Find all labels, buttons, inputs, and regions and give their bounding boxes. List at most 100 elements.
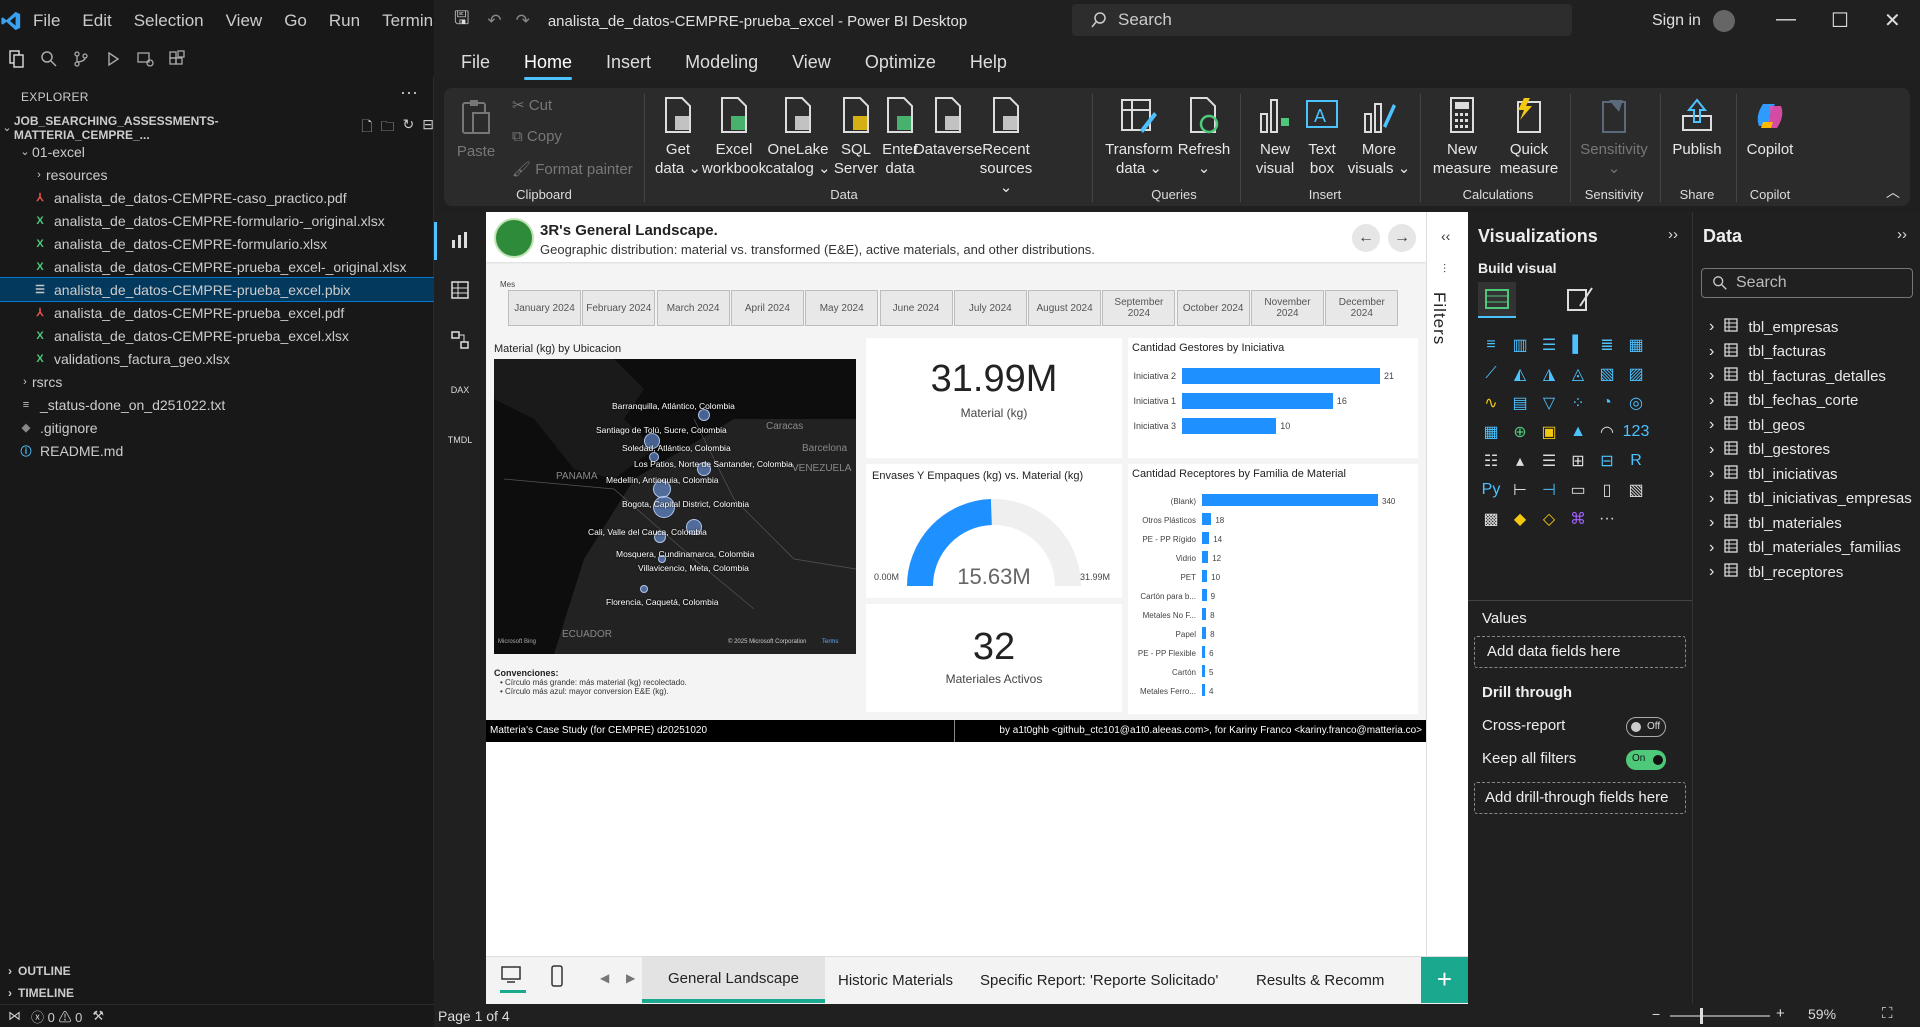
paginated-icon[interactable]: ▧ <box>1623 477 1649 503</box>
power-automate-icon[interactable]: ◇ <box>1536 506 1562 532</box>
menu-edit[interactable]: Edit <box>71 11 122 31</box>
quick-measure-button[interactable]: Quick measure <box>1496 94 1562 178</box>
menu-go[interactable]: Go <box>273 11 318 31</box>
qa-icon[interactable]: ▭ <box>1565 477 1591 503</box>
bar[interactable] <box>1202 608 1207 620</box>
add-page-button[interactable]: + <box>1421 957 1468 1003</box>
multi-row-card-icon[interactable]: ☷ <box>1478 448 1504 474</box>
data-table-item[interactable]: › tbl_fechas_corte <box>1709 390 1858 412</box>
tab-optimize[interactable]: Optimize <box>848 42 953 82</box>
python-icon[interactable]: Py <box>1478 477 1504 503</box>
collapse-viz-icon[interactable]: ›› <box>1668 226 1678 243</box>
collapse-data-icon[interactable]: ›› <box>1897 226 1907 243</box>
menu-selection[interactable]: Selection <box>123 11 215 31</box>
funnel-icon[interactable]: ▽ <box>1536 390 1562 416</box>
data-table-item[interactable]: › tbl_materiales_familias <box>1709 537 1901 559</box>
material-card[interactable]: 31.99M Material (kg) <box>866 338 1122 458</box>
maximize-icon[interactable]: ☐ <box>1831 8 1849 33</box>
tab-view[interactable]: View <box>775 42 848 82</box>
mobile-layout-icon[interactable] <box>550 965 564 992</box>
bar[interactable] <box>1202 494 1378 506</box>
search-box[interactable]: Search <box>1072 4 1572 36</box>
menu-run[interactable]: Run <box>318 11 371 31</box>
clustered-bar-icon[interactable]: ☰ <box>1536 332 1562 358</box>
problems-status[interactable]: ⓧ 0 ⚠ 0 <box>31 1007 82 1026</box>
line-icon[interactable]: ⟋ <box>1478 361 1504 387</box>
prev-tab-icon[interactable]: ◀ <box>600 971 609 985</box>
page-tab[interactable]: General Landscape <box>642 957 825 1003</box>
map-bubble[interactable] <box>640 585 648 593</box>
data-table-item[interactable]: › tbl_receptores <box>1709 561 1843 583</box>
donut-icon[interactable]: ◎ <box>1623 390 1649 416</box>
onelake-catalog-button[interactable]: OneLake catalog ⌄ <box>764 94 832 178</box>
more-actions-icon[interactable]: ··· <box>400 82 418 103</box>
remote-status-icon[interactable]: ⋈ <box>8 1008 21 1024</box>
line-column-icon[interactable]: ▧ <box>1594 361 1620 387</box>
sign-in-button[interactable]: Sign in <box>1652 10 1736 32</box>
drill-through-drop-well[interactable]: Add drill-through fields here <box>1474 782 1686 814</box>
map-icon[interactable]: ⊕ <box>1507 419 1533 445</box>
tmdl-view-icon[interactable]: TMDL <box>446 426 474 454</box>
bar[interactable] <box>1202 551 1209 563</box>
values-drop-well[interactable]: Add data fields here <box>1474 636 1686 668</box>
model-view-icon[interactable] <box>446 326 474 354</box>
matrix-icon[interactable]: ⊟ <box>1594 448 1620 474</box>
bar[interactable] <box>1202 532 1210 544</box>
data-table-item[interactable]: › tbl_iniciativas <box>1709 463 1838 485</box>
tree-folder[interactable]: › resources <box>0 163 434 186</box>
more-visuals-icon[interactable]: ··· <box>1594 506 1620 532</box>
cut-button[interactable]: ✂ Cut <box>512 96 552 114</box>
zoom-slider[interactable] <box>1670 1008 1770 1024</box>
clustered-column-icon[interactable]: ▌ <box>1565 332 1591 358</box>
table-icon[interactable]: ⊞ <box>1565 448 1591 474</box>
data-table-item[interactable]: › tbl_facturas <box>1709 341 1826 363</box>
tab-insert[interactable]: Insert <box>589 42 668 82</box>
tree-file[interactable]: ◆ .gitignore <box>0 416 434 439</box>
tree-file[interactable]: Xanalista_de_datos-CEMPRE-formulario.xls… <box>0 232 434 255</box>
tab-modeling[interactable]: Modeling <box>668 42 775 82</box>
report-view-icon[interactable] <box>446 226 474 254</box>
bar[interactable] <box>1202 589 1207 601</box>
publish-button[interactable]: Publish <box>1664 94 1730 159</box>
month-slicer-button[interactable]: April 2024 <box>730 290 804 326</box>
transform-data-button[interactable]: Transform data ⌄ <box>1104 94 1174 178</box>
pie-icon[interactable]: ◔ <box>1594 390 1620 416</box>
sql-server-button[interactable]: SQL Server <box>834 94 878 178</box>
month-slicer-button[interactable]: March 2024 <box>656 290 730 326</box>
power-automate-flow-icon[interactable]: ⌘ <box>1565 506 1591 532</box>
bar[interactable] <box>1202 665 1205 677</box>
decomposition-tree-icon[interactable]: ⊣ <box>1536 477 1562 503</box>
area-icon[interactable]: ◭ <box>1507 361 1533 387</box>
tree-file[interactable]: ☰ analista_de_datos-CEMPRE-prueba_excel.p… <box>0 277 435 302</box>
save-icon[interactable]: 🖫 <box>454 6 469 36</box>
month-slicer-button[interactable]: October 2024 <box>1176 290 1250 326</box>
data-table-item[interactable]: › tbl_iniciativas_empresas <box>1709 488 1912 510</box>
tree-file[interactable]: ⅄ analista_de_datos-CEMPRE-caso_practico.… <box>0 186 434 209</box>
bubble-map[interactable]: Barranquilla, Atlántico, Colombia Santiag… <box>494 359 856 654</box>
zoom-in-icon[interactable]: + <box>1776 1005 1785 1022</box>
month-slicer-button[interactable]: November 2024 <box>1251 290 1324 326</box>
bar[interactable] <box>1182 393 1333 409</box>
get-data-button[interactable]: Get data ⌄ <box>654 94 702 178</box>
next-page-button[interactable]: → <box>1388 224 1416 252</box>
run-debug-icon[interactable] <box>102 48 124 70</box>
menu-view[interactable]: View <box>215 11 274 31</box>
excel-workbook-button[interactable]: Excel workbook <box>702 94 766 178</box>
tree-file[interactable]: Xanalista_de_datos-CEMPRE-formulario-_or… <box>0 209 434 232</box>
tree-file[interactable]: ⅄ analista_de_datos-CEMPRE-prueba_excel.p… <box>0 301 434 324</box>
copy-button[interactable]: ⧉ Copy <box>512 128 562 145</box>
outline-section[interactable]: › OUTLINE <box>0 960 71 982</box>
gauge-visual[interactable]: Envases Y Empaques (kg) vs. Material (kg… <box>866 464 1122 598</box>
month-slicer-button[interactable]: September 2024 <box>1102 290 1176 326</box>
keep-filters-toggle[interactable]: On <box>1626 750 1666 770</box>
tree-file[interactable]: Xanalista_de_datos-CEMPRE-prueba_excel.x… <box>0 324 434 347</box>
explorer-icon[interactable] <box>6 48 28 70</box>
page-tab[interactable]: Results & Recomm <box>1230 957 1421 1003</box>
map-terms-link[interactable]: Terms <box>822 639 838 645</box>
key-influencers-icon[interactable]: ⊢ <box>1507 477 1533 503</box>
tree-file[interactable]: Xvalidations_factura_geo.xlsx <box>0 347 434 370</box>
tree-file[interactable]: ≡ _status-done_on_d251022.txt <box>0 393 434 416</box>
bar[interactable] <box>1202 513 1212 525</box>
refresh-button[interactable]: Refresh ⌄ <box>1174 94 1234 178</box>
100pct-column-icon[interactable]: ▦ <box>1623 332 1649 358</box>
